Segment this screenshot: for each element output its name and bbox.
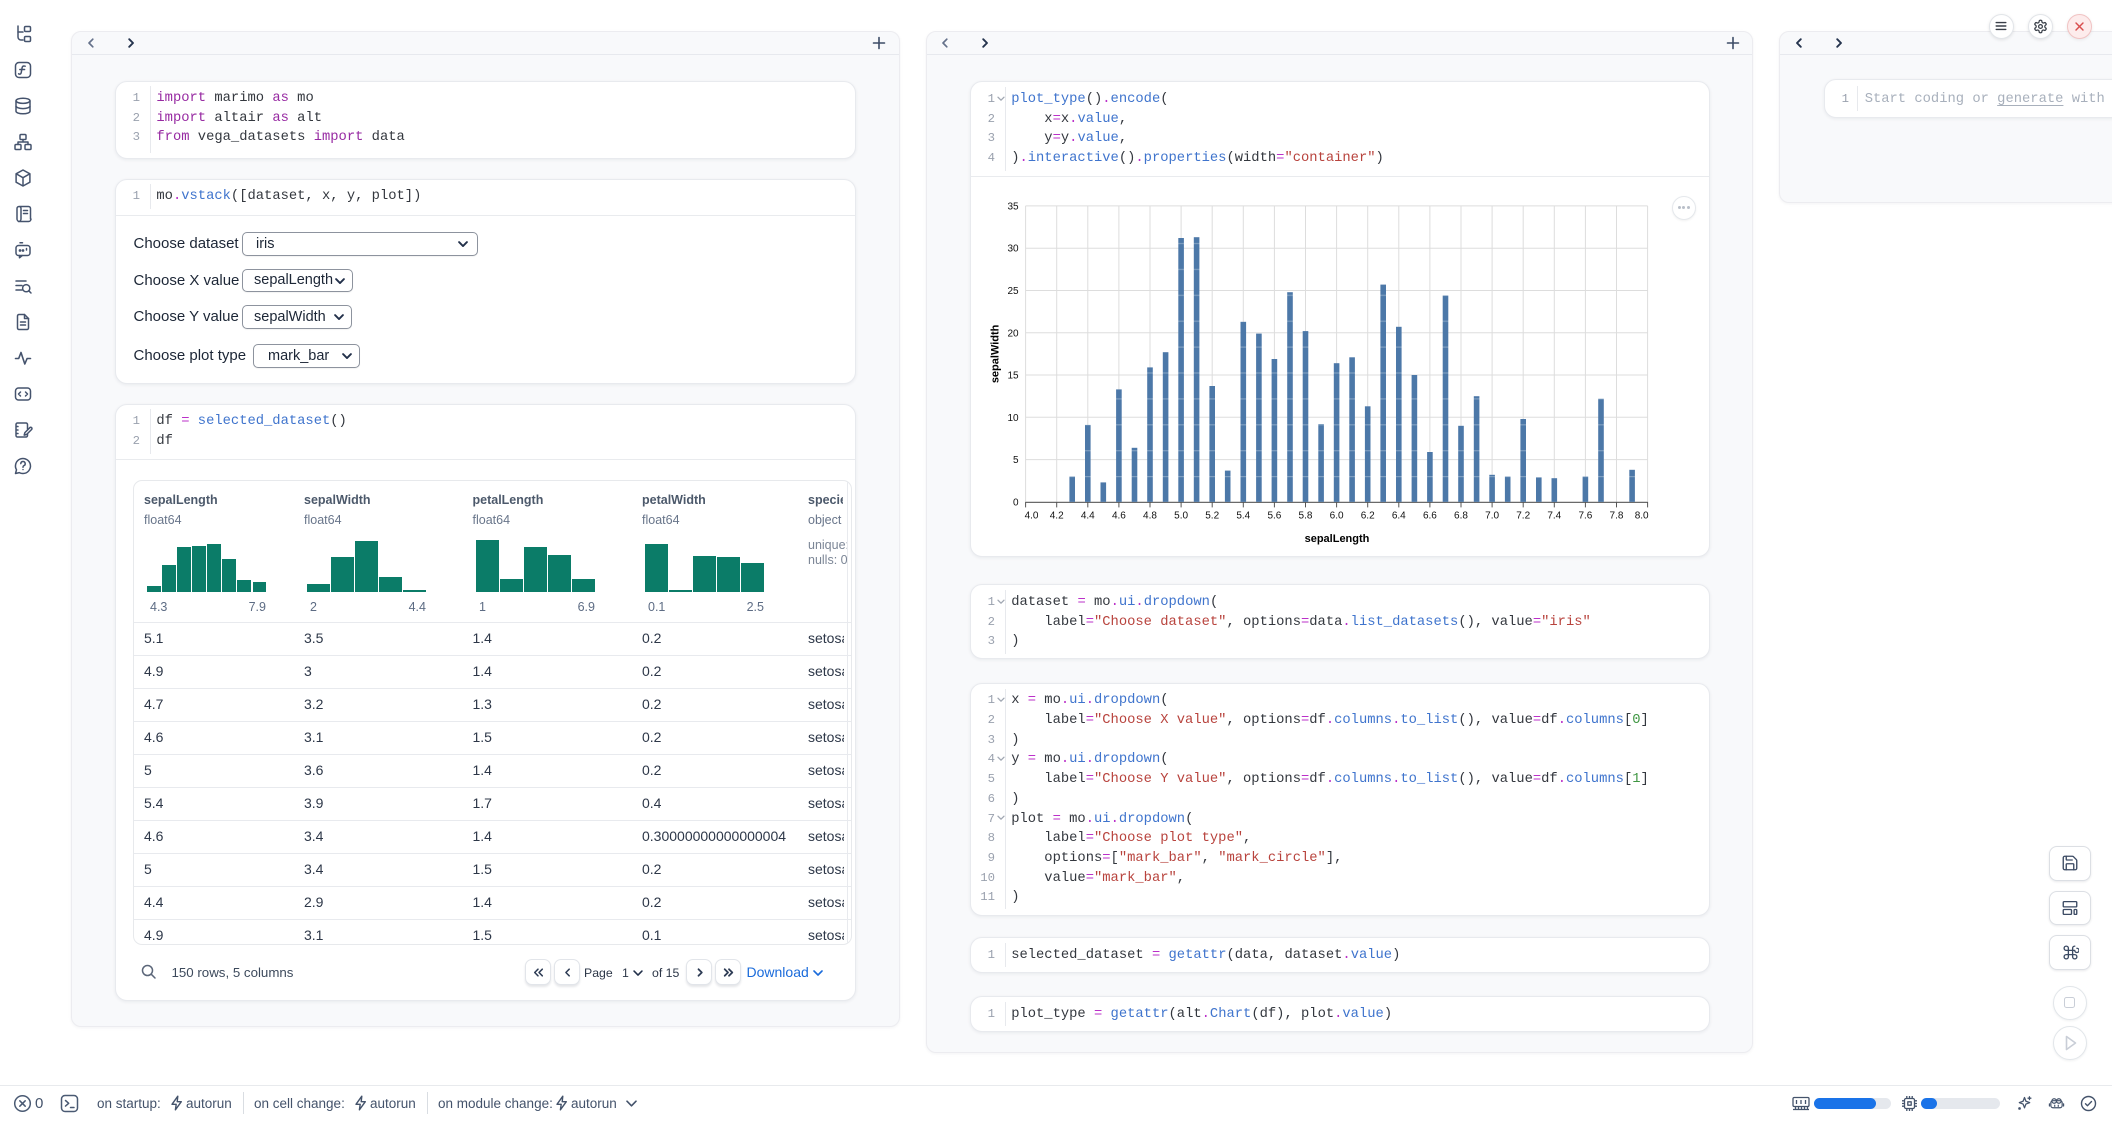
svg-text:4.6: 4.6 [1112, 511, 1126, 522]
svg-text:10: 10 [1007, 413, 1019, 424]
svg-text:4.2: 4.2 [1050, 511, 1064, 522]
svg-text:5.2: 5.2 [1205, 511, 1219, 522]
svg-text:5.6: 5.6 [1267, 511, 1281, 522]
svg-text:5.8: 5.8 [1299, 511, 1313, 522]
svg-text:8.0: 8.0 [1635, 511, 1649, 522]
svg-text:7.6: 7.6 [1578, 511, 1592, 522]
svg-text:25: 25 [1007, 286, 1019, 297]
svg-text:7.0: 7.0 [1485, 511, 1499, 522]
svg-text:5.4: 5.4 [1236, 511, 1250, 522]
svg-text:6.8: 6.8 [1454, 511, 1468, 522]
svg-text:sepalWidth: sepalWidth [990, 324, 1002, 383]
svg-text:20: 20 [1007, 328, 1019, 339]
svg-text:6.2: 6.2 [1361, 511, 1375, 522]
svg-text:0: 0 [1013, 497, 1019, 508]
svg-text:35: 35 [1007, 201, 1019, 212]
svg-text:5: 5 [1013, 455, 1019, 466]
svg-text:4.4: 4.4 [1081, 511, 1095, 522]
svg-text:6.6: 6.6 [1423, 511, 1437, 522]
svg-text:15: 15 [1007, 371, 1019, 382]
svg-text:30: 30 [1007, 244, 1019, 255]
svg-text:6.0: 6.0 [1330, 511, 1344, 522]
svg-text:6.4: 6.4 [1392, 511, 1406, 522]
svg-text:4.8: 4.8 [1143, 511, 1157, 522]
svg-text:7.8: 7.8 [1610, 511, 1624, 522]
svg-text:7.2: 7.2 [1516, 511, 1530, 522]
svg-text:sepalLength: sepalLength [1305, 533, 1370, 545]
svg-text:5.0: 5.0 [1174, 511, 1188, 522]
svg-text:7.4: 7.4 [1547, 511, 1561, 522]
svg-text:4.0: 4.0 [1025, 511, 1039, 522]
